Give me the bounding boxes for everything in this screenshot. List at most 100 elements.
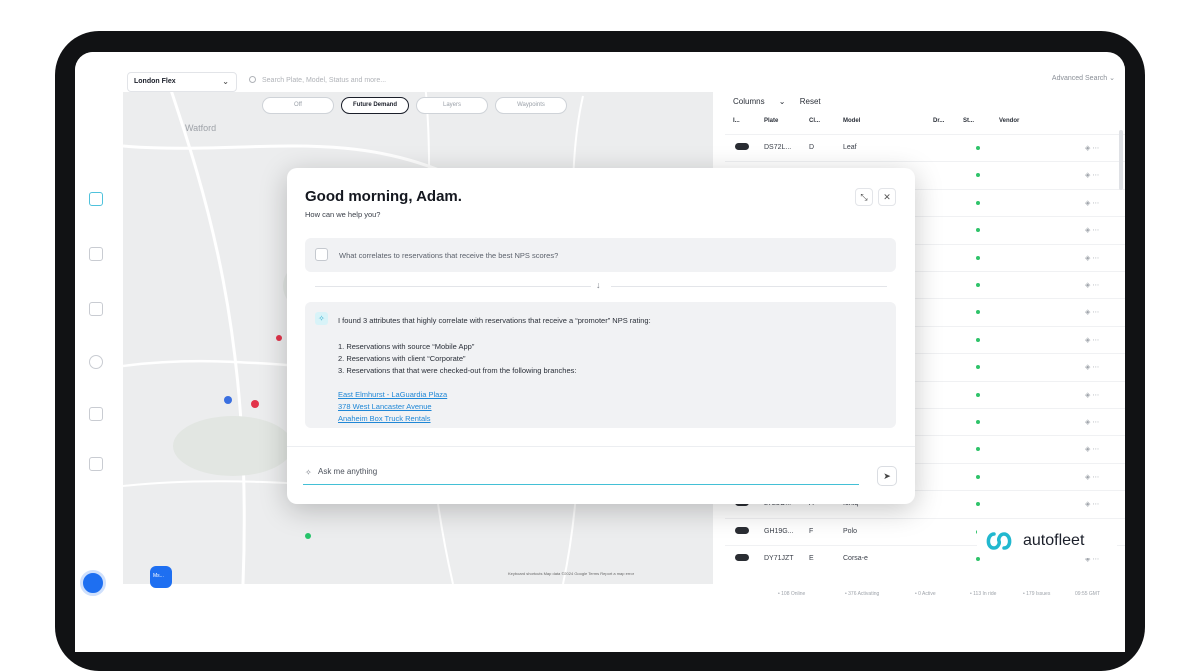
map-marker[interactable]: [251, 400, 259, 408]
autofleet-logo: autofleet: [977, 524, 1117, 558]
pill-future-demand[interactable]: Future Demand: [341, 97, 409, 114]
map-city-label: Watford: [185, 123, 217, 133]
cell-plate: GH19G...: [764, 527, 794, 535]
assistant-badge[interactable]: Ms...: [150, 566, 172, 588]
status-dot: [976, 283, 980, 287]
status-active: • 0 Active: [915, 591, 936, 597]
answer-item: 2. Reservations with client “Corporate”: [338, 354, 466, 363]
answer-intro: I found 3 attributes that highly correla…: [338, 316, 651, 325]
ask-input[interactable]: [318, 467, 838, 476]
row-actions-icon[interactable]: ◈ ⋯: [1085, 254, 1099, 262]
answer-item: 3. Reservations that that were checked-o…: [338, 366, 577, 375]
status-dot: [976, 173, 980, 178]
question-text: What correlates to reservations that rec…: [339, 251, 559, 260]
map-marker[interactable]: [276, 335, 282, 341]
autofleet-logo-icon: [986, 532, 1012, 550]
search-placeholder: Search Plate, Model, Status and more...: [262, 77, 387, 84]
chat-launcher-button[interactable]: [80, 570, 106, 596]
user-icon[interactable]: [89, 457, 103, 471]
status-in-ride: • 113 In ride: [970, 591, 997, 597]
cell-model: Corsa-e: [843, 555, 868, 562]
user-avatar-icon: [315, 248, 328, 261]
row-actions-icon[interactable]: ◈ ⋯: [1085, 336, 1099, 344]
row-actions-icon[interactable]: ◈ ⋯: [1085, 391, 1099, 399]
branch-link[interactable]: 378 West Lancaster Avenue: [338, 402, 432, 411]
region-select[interactable]: London Flex ⌄: [127, 72, 237, 92]
cell-model: Leaf: [843, 144, 857, 151]
region-select-label: London Flex: [134, 78, 176, 85]
bell-icon[interactable]: [89, 407, 103, 421]
status-dot: [976, 310, 980, 315]
advanced-search-button[interactable]: Advanced Search ⌄: [1052, 74, 1115, 82]
status-dot: [976, 447, 980, 452]
status-dot: [976, 337, 980, 342]
calendar-icon[interactable]: [89, 247, 103, 261]
reset-button[interactable]: Reset: [800, 97, 821, 106]
table-header: I... Plate Cl... Model Dr... St... Vendo…: [725, 116, 1125, 132]
divider-left: [315, 286, 591, 287]
status-online: • 108 Online: [778, 591, 806, 597]
reports-icon[interactable]: [89, 302, 103, 316]
greeting-subtitle: How can we help you?: [305, 210, 381, 219]
cell-plate: DY71JZT: [764, 555, 794, 562]
greeting-title: Good morning, Adam.: [305, 188, 462, 205]
status-activating: • 376 Activating: [845, 591, 880, 597]
cell-class: F: [809, 527, 814, 535]
cell-class: D: [809, 144, 815, 151]
advanced-search-label: Advanced Search: [1051, 75, 1108, 82]
pill-waypoints[interactable]: Waypoints: [495, 97, 567, 114]
row-actions-icon[interactable]: ◈ ⋯: [1085, 445, 1099, 453]
globe-icon[interactable]: [89, 355, 103, 369]
row-actions-icon[interactable]: ◈ ⋯: [1085, 363, 1099, 371]
col-driver[interactable]: Dr...: [933, 118, 944, 124]
car-icon: [735, 526, 749, 534]
fleet-icon[interactable]: [89, 192, 103, 206]
divider-right: [611, 286, 887, 287]
row-actions-icon[interactable]: ◈ ⋯: [1085, 226, 1099, 234]
assistant-badge-label: Ms...: [153, 573, 164, 579]
collapse-icon[interactable]: ⤡: [855, 188, 873, 206]
row-actions-icon[interactable]: ◈ ⋯: [1085, 171, 1099, 179]
close-icon[interactable]: ✕: [878, 188, 896, 206]
col-plate[interactable]: Plate: [764, 118, 778, 124]
row-actions-icon[interactable]: ◈ ⋯: [1085, 199, 1099, 207]
send-icon[interactable]: ➤: [877, 466, 897, 486]
row-actions-icon[interactable]: ◈ ⋯: [1085, 144, 1099, 152]
chevron-down-icon: ⌄: [222, 77, 229, 86]
row-actions-icon[interactable]: ◈ ⋯: [1085, 418, 1099, 426]
col-vendor[interactable]: Vendor: [999, 118, 1019, 124]
status-dot: [976, 200, 980, 205]
col-icon[interactable]: I...: [733, 118, 740, 124]
pill-off[interactable]: Off: [262, 97, 334, 114]
cell-model: Polo: [843, 527, 858, 535]
assistant-answer: ✧ I found 3 attributes that highly corre…: [305, 302, 896, 428]
col-status[interactable]: St...: [963, 118, 974, 124]
row-actions-icon[interactable]: ◈ ⋯: [1085, 473, 1099, 481]
map-marker[interactable]: [305, 533, 311, 539]
row-actions-icon[interactable]: ◈ ⋯: [1085, 500, 1099, 508]
map-attribution: Keyboard shortcuts Map data ©2024 Google…: [508, 571, 635, 576]
user-question: What correlates to reservations that rec…: [305, 238, 896, 272]
map-marker[interactable]: [224, 396, 232, 404]
map-search[interactable]: Search Plate, Model, Status and more...: [249, 76, 386, 84]
status-dot: [976, 502, 980, 507]
branch-link[interactable]: East Elmhurst - LaGuardia Plaza: [338, 390, 447, 399]
col-model[interactable]: Model: [843, 118, 860, 124]
assistant-dialog: Good morning, Adam. How can we help you?…: [287, 168, 915, 504]
cell-plate: DS72L...: [764, 144, 792, 151]
columns-button[interactable]: Columns ⌄: [733, 97, 786, 106]
arrow-down-icon: ↓: [596, 280, 601, 290]
autofleet-wordmark: autofleet: [1023, 532, 1085, 549]
table-scrollbar[interactable]: [1119, 130, 1123, 190]
col-class[interactable]: Cl...: [809, 118, 820, 124]
sparkle-icon: ✧: [305, 468, 312, 477]
status-dot: [976, 392, 980, 397]
table-row[interactable]: DS72L... D Leaf ◈ ⋯: [725, 134, 1125, 161]
branch-link[interactable]: Anaheim Box Truck Rentals: [338, 414, 431, 423]
pill-layers[interactable]: Layers: [416, 97, 488, 114]
row-actions-icon[interactable]: ◈ ⋯: [1085, 308, 1099, 316]
status-dot: [976, 365, 980, 370]
sparkle-icon: ✧: [315, 312, 328, 325]
row-actions-icon[interactable]: ◈ ⋯: [1085, 281, 1099, 289]
search-icon: [249, 76, 256, 83]
